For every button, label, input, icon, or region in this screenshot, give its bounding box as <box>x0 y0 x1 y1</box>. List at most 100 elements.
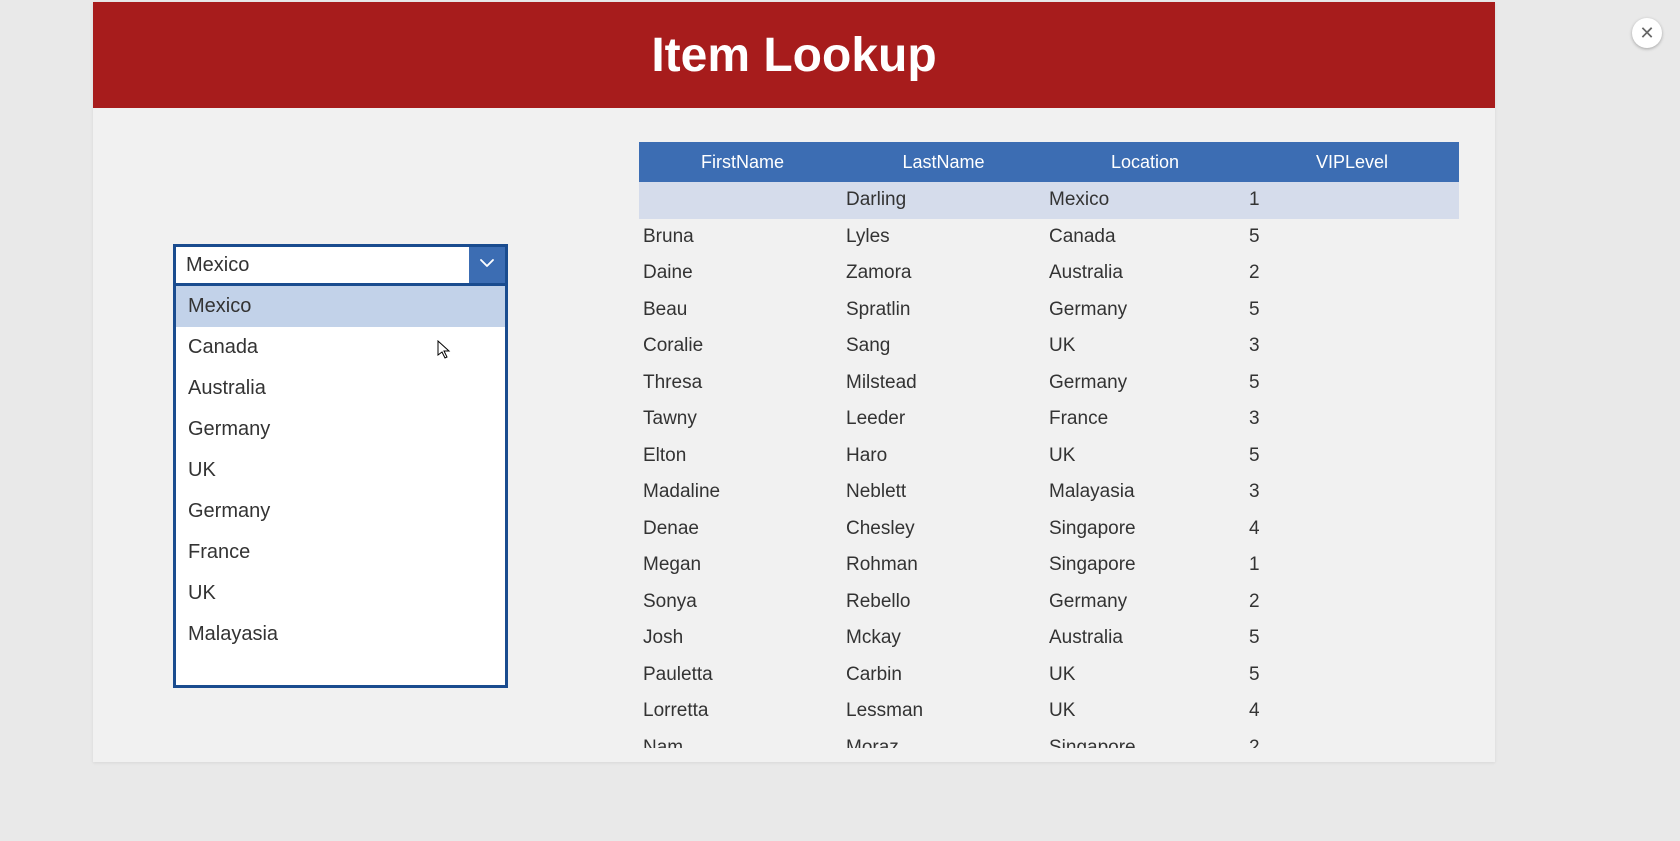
dropdown-item[interactable]: Germany <box>176 491 505 532</box>
cell-location: Germany <box>1045 591 1245 613</box>
cell-firstname: Elton <box>639 445 842 467</box>
cell-viplevel: 5 <box>1245 445 1459 467</box>
cell-lastname: Moraz <box>842 737 1045 748</box>
close-button[interactable]: ✕ <box>1632 18 1662 48</box>
cell-viplevel: 2 <box>1245 737 1459 748</box>
cell-lastname: Spratlin <box>842 299 1045 321</box>
header-bar: Item Lookup <box>93 2 1495 108</box>
dropdown-selected-value: Mexico <box>176 247 469 283</box>
cell-firstname: Coralie <box>639 335 842 357</box>
cell-lastname: Haro <box>842 445 1045 467</box>
cell-location: Germany <box>1045 372 1245 394</box>
cell-firstname: Josh <box>639 627 842 649</box>
table-row[interactable]: MeganRohmanSingapore1 <box>639 547 1459 584</box>
cell-firstname: Bruna <box>639 226 842 248</box>
dropdown-item[interactable]: UK <box>176 450 505 491</box>
cell-location: Singapore <box>1045 518 1245 540</box>
cell-lastname: Mckay <box>842 627 1045 649</box>
table-row[interactable]: PaulettaCarbinUK5 <box>639 657 1459 694</box>
cell-firstname: Denae <box>639 518 842 540</box>
cell-location: UK <box>1045 445 1245 467</box>
cell-firstname: Sonya <box>639 591 842 613</box>
cell-firstname: Thresa <box>639 372 842 394</box>
cell-viplevel: 5 <box>1245 627 1459 649</box>
table-row[interactable]: LorrettaLessmanUK4 <box>639 693 1459 730</box>
cell-location: UK <box>1045 664 1245 686</box>
cell-firstname: Lorretta <box>639 700 842 722</box>
modal-card: Item Lookup Mexico MexicoCanadaAustralia… <box>93 2 1495 762</box>
cell-viplevel: 5 <box>1245 226 1459 248</box>
column-header-location[interactable]: Location <box>1045 152 1245 173</box>
cell-firstname: Pauletta <box>639 664 842 686</box>
table-row[interactable]: BeauSpratlinGermany5 <box>639 292 1459 329</box>
column-header-lastname[interactable]: LastName <box>842 152 1045 173</box>
dropdown-item[interactable]: Germany <box>176 409 505 450</box>
cell-location: Malayasia <box>1045 481 1245 503</box>
cell-location: Singapore <box>1045 554 1245 576</box>
cell-lastname: Carbin <box>842 664 1045 686</box>
cell-viplevel: 1 <box>1245 189 1459 211</box>
cell-location: Australia <box>1045 262 1245 284</box>
cell-viplevel: 4 <box>1245 700 1459 722</box>
page-title: Item Lookup <box>651 28 936 83</box>
cell-viplevel: 3 <box>1245 335 1459 357</box>
cell-lastname: Lessman <box>842 700 1045 722</box>
location-dropdown[interactable]: Mexico MexicoCanadaAustraliaGermanyUKGer… <box>173 244 508 688</box>
chevron-down-icon <box>478 254 496 277</box>
cell-firstname: Daine <box>639 262 842 284</box>
dropdown-toggle-button[interactable] <box>469 247 505 283</box>
close-icon: ✕ <box>1639 24 1654 42</box>
cell-viplevel: 3 <box>1245 481 1459 503</box>
table-row[interactable]: JoshMckayAustralia5 <box>639 620 1459 657</box>
table-row[interactable]: TawnyLeederFrance3 <box>639 401 1459 438</box>
cell-viplevel: 5 <box>1245 299 1459 321</box>
column-header-firstname[interactable]: FirstName <box>639 152 842 173</box>
dropdown-item[interactable]: Mexico <box>176 286 505 327</box>
cell-firstname: Beau <box>639 299 842 321</box>
cell-lastname: Milstead <box>842 372 1045 394</box>
cell-lastname: Darling <box>842 189 1045 211</box>
dropdown-list[interactable]: MexicoCanadaAustraliaGermanyUKGermanyFra… <box>173 286 508 688</box>
cell-viplevel: 5 <box>1245 664 1459 686</box>
cell-location: UK <box>1045 335 1245 357</box>
column-header-viplevel[interactable]: VIPLevel <box>1245 152 1459 173</box>
dropdown-item[interactable]: France <box>176 532 505 573</box>
table-row[interactable]: NamMorazSingapore2 <box>639 730 1459 749</box>
cell-location: Canada <box>1045 226 1245 248</box>
dropdown-head[interactable]: Mexico <box>173 244 508 286</box>
table-row[interactable]: SonyaRebelloGermany2 <box>639 584 1459 621</box>
cell-firstname: Nam <box>639 737 842 748</box>
cell-location: France <box>1045 408 1245 430</box>
cell-firstname: Tawny <box>639 408 842 430</box>
table-row[interactable]: BrunaLylesCanada5 <box>639 219 1459 256</box>
dropdown-item[interactable]: Canada <box>176 327 505 368</box>
cell-location: UK <box>1045 700 1245 722</box>
table-row[interactable]: ThresaMilsteadGermany5 <box>639 365 1459 402</box>
table-header-row: FirstName LastName Location VIPLevel <box>639 142 1459 182</box>
cell-location: Australia <box>1045 627 1245 649</box>
cell-lastname: Rebello <box>842 591 1045 613</box>
cell-viplevel: 4 <box>1245 518 1459 540</box>
dropdown-item[interactable]: Australia <box>176 368 505 409</box>
dropdown-item[interactable]: UK <box>176 573 505 614</box>
table-row[interactable]: DarlingMexico1 <box>639 182 1459 219</box>
cell-lastname: Chesley <box>842 518 1045 540</box>
table-row[interactable]: EltonHaroUK5 <box>639 438 1459 475</box>
cell-location: Germany <box>1045 299 1245 321</box>
cell-viplevel: 3 <box>1245 408 1459 430</box>
cell-firstname: Megan <box>639 554 842 576</box>
cell-location: Mexico <box>1045 189 1245 211</box>
cell-location: Singapore <box>1045 737 1245 748</box>
cell-lastname: Zamora <box>842 262 1045 284</box>
cell-lastname: Rohman <box>842 554 1045 576</box>
cell-viplevel: 1 <box>1245 554 1459 576</box>
table-row[interactable]: MadalineNeblettMalayasia3 <box>639 474 1459 511</box>
table-body[interactable]: DarlingMexico1BrunaLylesCanada5DaineZamo… <box>639 182 1459 748</box>
dropdown-item[interactable]: Malayasia <box>176 614 505 655</box>
cell-viplevel: 2 <box>1245 591 1459 613</box>
cell-lastname: Sang <box>842 335 1045 357</box>
table-row[interactable]: CoralieSangUK3 <box>639 328 1459 365</box>
table-row[interactable]: DaineZamoraAustralia2 <box>639 255 1459 292</box>
data-table: FirstName LastName Location VIPLevel Dar… <box>639 142 1459 748</box>
table-row[interactable]: DenaeChesleySingapore4 <box>639 511 1459 548</box>
